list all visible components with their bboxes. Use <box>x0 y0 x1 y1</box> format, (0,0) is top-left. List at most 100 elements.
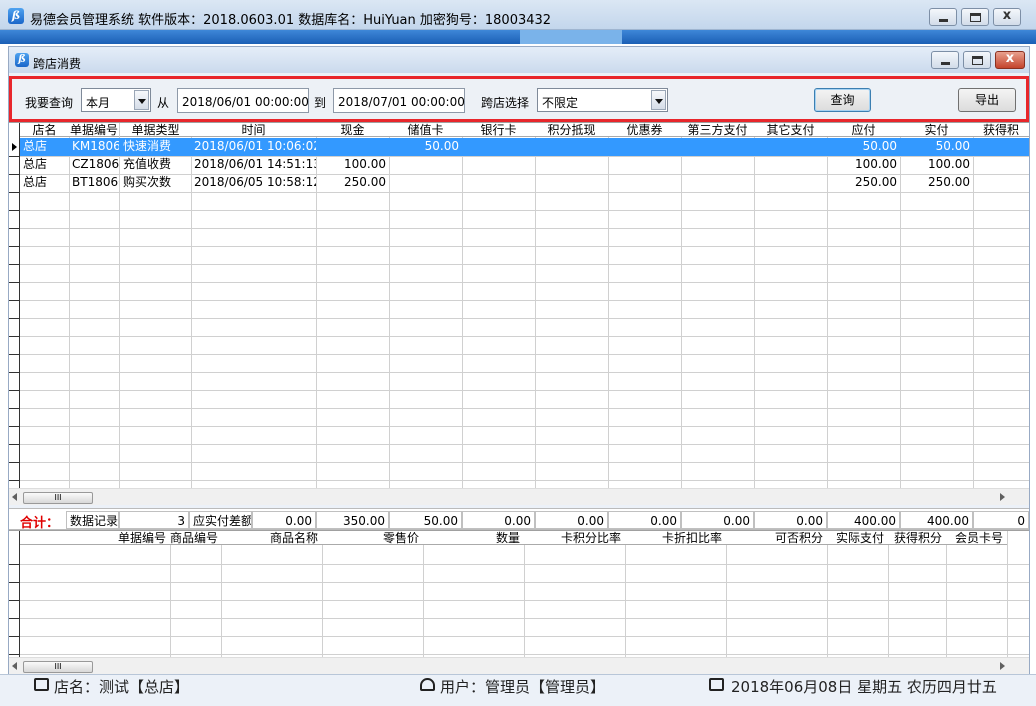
column-header[interactable]: 银行卡 <box>462 123 535 137</box>
column-header[interactable]: 获得积分 <box>888 531 946 545</box>
to-date-input[interactable]: 2018/07/01 00:00:00 <box>333 88 465 113</box>
column-header[interactable]: 储值卡 <box>389 123 462 137</box>
column-divider <box>322 531 323 658</box>
row-divider <box>20 192 1029 193</box>
calendar-icon <box>709 678 724 691</box>
column-header[interactable]: 单据编号 <box>69 123 119 137</box>
column-header[interactable]: 时间 <box>191 123 316 137</box>
row-header-divider <box>9 462 20 463</box>
store-icon <box>34 678 49 691</box>
main-menubar <box>0 30 1036 44</box>
consumption-table[interactable]: 店名 单据编号 单据类型 时间 现金 储值卡 银行卡 积分抵现 优惠券 第三方支付 其它支付 应付 实付… <box>9 122 1029 488</box>
chevron-down-icon[interactable] <box>651 90 666 110</box>
top-grid-horizontal-scrollbar[interactable]: III <box>9 488 1029 505</box>
table-cell: 快速消费 <box>123 139 172 153</box>
column-header[interactable]: 积分抵现 <box>535 123 608 137</box>
table-cell: 100.00 <box>928 157 970 171</box>
column-header[interactable]: 其它支付 <box>754 123 827 137</box>
column-header[interactable]: 可否积分 <box>726 531 827 545</box>
status-bar: 店名：测试【总店】 用户：管理员【管理员】 2018年06月08日 星期五 农历… <box>0 674 1036 706</box>
table-cell: 100.00 <box>855 157 897 171</box>
main-maximize-button[interactable] <box>961 8 989 26</box>
store-select[interactable]: 不限定 <box>537 88 668 112</box>
minimize-button[interactable] <box>931 51 959 69</box>
bottom-grid-horizontal-scrollbar[interactable]: III <box>9 657 1029 674</box>
column-header[interactable]: 现金 <box>316 123 389 137</box>
column-header[interactable]: 获得积 <box>973 123 1029 137</box>
from-label: 从 <box>157 96 170 110</box>
row-divider <box>20 636 1029 637</box>
total-value: 0.00 <box>462 511 535 529</box>
scrollbar-thumb[interactable]: III <box>23 492 93 504</box>
table-cell: KM1806 <box>72 139 119 153</box>
row-header-divider <box>9 246 20 247</box>
menubar-active-tab[interactable] <box>520 30 622 44</box>
column-header[interactable]: 实付 <box>900 123 973 137</box>
column-header[interactable]: 应付 <box>827 123 900 137</box>
row-header-divider <box>9 654 20 655</box>
item-detail-table[interactable]: 单据编号 商品编号 商品名称 零售价 数量 卡积分比率 卡折扣比率 可否积分 实际支付 获得积分会… <box>9 530 1029 658</box>
main-close-button[interactable]: x <box>993 8 1021 26</box>
column-header[interactable]: 零售价 <box>322 531 423 545</box>
row-divider <box>20 336 1029 337</box>
table-cell: CZ18060 <box>72 157 119 171</box>
row-divider <box>20 264 1029 265</box>
app-title: 易德会员管理系统 软件版本：2018.0603.01 数据库名：HuiYuan … <box>30 13 552 28</box>
window-logo-icon: ß <box>15 53 29 67</box>
table-cell <box>608 156 681 173</box>
total-value: 0 <box>973 511 1029 529</box>
row-header-column <box>9 531 20 658</box>
row-divider <box>20 354 1029 355</box>
table-cell: 100.00 <box>344 157 386 171</box>
column-header[interactable]: 第三方支付 <box>681 123 754 137</box>
column-header[interactable]: 单据编号 <box>20 531 170 545</box>
close-icon: x <box>1002 8 1012 23</box>
to-label: 到 <box>314 96 327 110</box>
row-header-divider <box>9 636 20 637</box>
from-date-input[interactable]: 2018/06/01 00:00:00 <box>177 88 309 113</box>
total-value: 400.00 <box>827 511 900 529</box>
scrollbar-thumb[interactable]: III <box>23 661 93 673</box>
column-header[interactable]: 商品名称 <box>221 531 322 545</box>
scroll-left-icon[interactable] <box>12 662 17 670</box>
column-header[interactable]: 单据类型 <box>120 123 191 137</box>
table-cell: 250.00 <box>928 175 970 189</box>
scroll-right-icon[interactable] <box>1000 662 1005 670</box>
export-button[interactable]: 导出 <box>958 88 1016 112</box>
row-divider <box>20 210 1029 211</box>
column-header[interactable]: 卡折扣比率 <box>625 531 726 545</box>
table-cell <box>316 138 389 155</box>
period-select[interactable]: 本月 <box>81 88 151 112</box>
status-date: 2018年06月08日 星期五 农历四月廿五 <box>731 678 997 696</box>
current-row-icon <box>12 143 17 151</box>
main-minimize-button[interactable] <box>929 8 957 26</box>
table-cell <box>535 138 608 155</box>
column-header[interactable]: 卡积分比率 <box>524 531 625 545</box>
table-cell <box>535 174 608 191</box>
column-header[interactable]: 会员卡号 <box>946 531 1007 545</box>
table-cell: 充值收费 <box>123 157 172 171</box>
query-label: 我要查询 <box>25 96 74 110</box>
chevron-down-icon[interactable] <box>134 90 149 110</box>
row-divider <box>20 372 1029 373</box>
column-header[interactable]: 实际支付 <box>827 531 888 545</box>
table-cell: 250.00 <box>855 175 897 189</box>
maximize-icon <box>972 56 983 65</box>
record-count-label: 数据记录 <box>66 511 119 529</box>
column-header[interactable]: 优惠券 <box>608 123 681 137</box>
row-divider <box>20 282 1029 283</box>
table-cell <box>462 156 535 173</box>
totals-label: 合计： <box>20 516 60 531</box>
scroll-right-icon[interactable] <box>1000 493 1005 501</box>
column-header[interactable]: 数量 <box>423 531 524 545</box>
table-cell <box>608 174 681 191</box>
close-button[interactable]: x <box>995 51 1025 69</box>
column-divider <box>625 531 626 658</box>
row-header-divider <box>9 174 20 175</box>
maximize-button[interactable] <box>963 51 991 69</box>
row-header-divider <box>9 408 20 409</box>
query-button[interactable]: 查询 <box>814 88 871 112</box>
column-header[interactable]: 商品编号 <box>170 531 221 545</box>
column-header[interactable]: 店名 <box>20 123 69 137</box>
scroll-left-icon[interactable] <box>12 493 17 501</box>
